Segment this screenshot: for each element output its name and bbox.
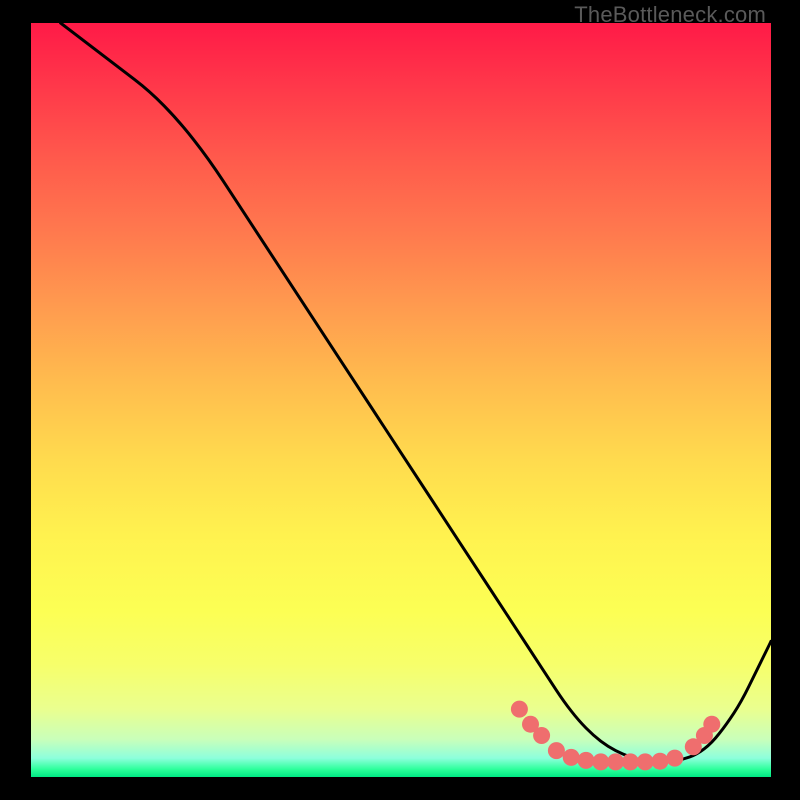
highlight-dot xyxy=(511,701,528,718)
highlight-dot xyxy=(592,753,609,770)
chart-frame xyxy=(31,23,771,777)
highlight-dot xyxy=(548,742,565,759)
highlight-dot xyxy=(607,753,624,770)
highlight-dots xyxy=(511,701,720,771)
highlight-dot xyxy=(563,749,580,766)
highlight-dot xyxy=(666,750,683,767)
highlight-dot xyxy=(578,752,595,769)
chart-svg xyxy=(31,23,771,777)
bottleneck-curve xyxy=(61,23,771,762)
highlight-dot xyxy=(622,753,639,770)
highlight-dot xyxy=(652,753,669,770)
watermark-text: TheBottleneck.com xyxy=(574,2,766,28)
highlight-dot xyxy=(703,716,720,733)
highlight-dot xyxy=(533,727,550,744)
highlight-dot xyxy=(637,753,654,770)
